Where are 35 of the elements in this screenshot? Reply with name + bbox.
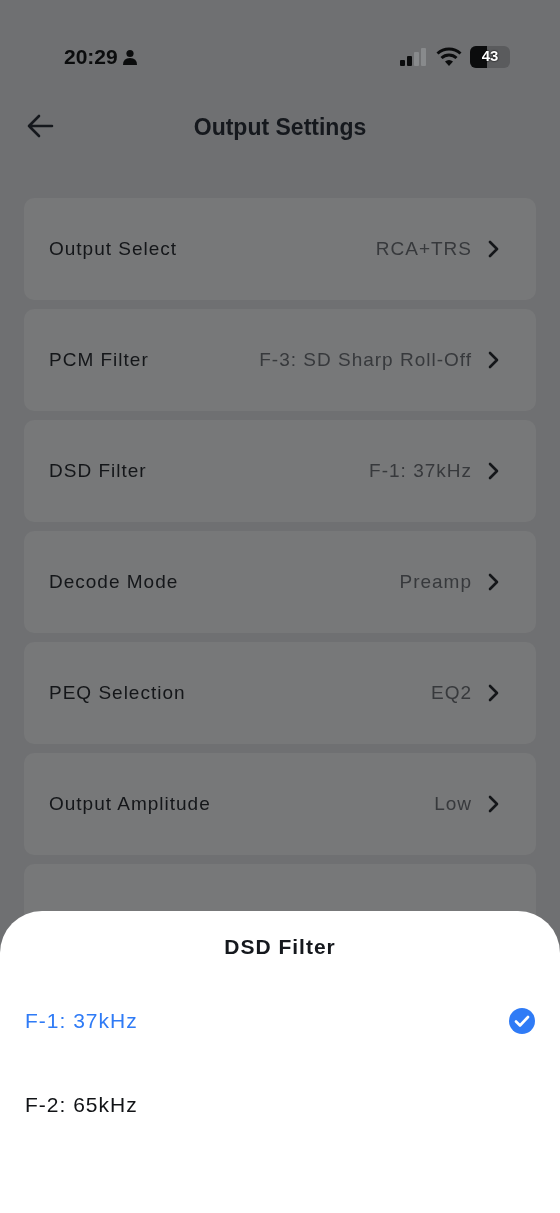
chevron-icon [488,795,500,813]
setting-label: PCM Filter [49,347,149,372]
setting-value: Low [434,791,472,816]
chevron-icon [488,573,500,591]
setting-value: EQ2 [430,680,472,705]
chevron-icon [488,684,500,702]
setting-value: F-3: SD Sharp Roll-Off [259,347,472,372]
setting-row[interactable]: Decode Mode Preamp [24,531,536,633]
setting-value: RCA+TRS [375,236,472,261]
wifi-icon [436,47,462,66]
setting-row[interactable]: PCM Filter F-3: SD Sharp Roll-Off [24,309,536,411]
filter-option[interactable]: F-2: 65kHz [0,1062,560,1147]
page-title: Output Settings [193,113,367,143]
setting-value: Preamp [399,569,472,594]
setting-row[interactable]: PEQ Selection EQ2 [24,642,536,744]
setting-value: F-1: 37kHz [369,458,472,483]
person-icon [121,48,138,65]
setting-row[interactable]: Output Amplitude Low [24,753,536,855]
setting-label: DSD Filter [49,458,147,483]
signal-icon [400,47,428,66]
battery-icon: 43 [470,45,510,68]
setting-label: Decode Mode [49,569,179,594]
setting-label: PEQ Selection [49,680,186,705]
setting-label: Output Amplitude [49,791,211,816]
check-icon [509,1007,535,1034]
filter-option[interactable]: F-1: 37kHz [0,978,560,1063]
chevron-icon [488,240,500,258]
setting-label: Output Select [49,236,178,261]
status-time: 20:29 [64,43,118,70]
sheet-title: DSD Filter [224,934,336,960]
back-button[interactable] [26,113,54,138]
chevron-icon [488,351,500,369]
chevron-icon [488,462,500,480]
setting-row[interactable]: DSD Filter F-1: 37kHz [24,420,536,522]
setting-row[interactable]: Output Select RCA+TRS [24,198,536,300]
